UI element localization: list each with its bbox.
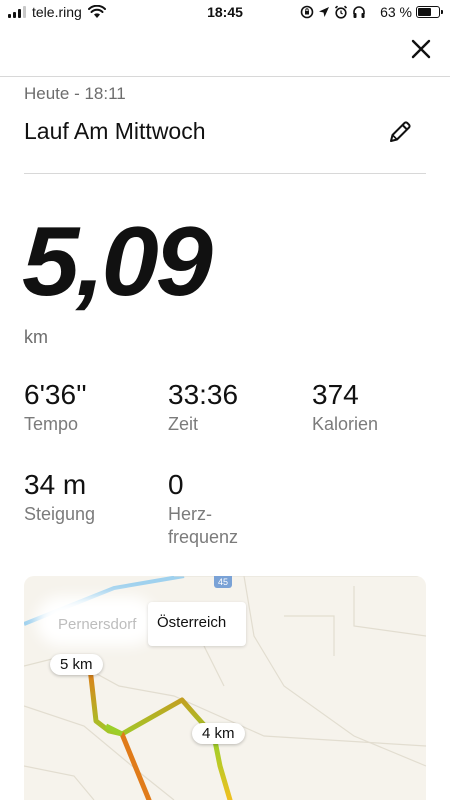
close-icon [411, 39, 431, 59]
stat-elevation: 34 m Steigung [24, 469, 96, 526]
activity-date: Heute - 18:11 [24, 84, 126, 103]
km-marker-5[interactable]: 5 km [50, 654, 103, 675]
close-button[interactable] [408, 36, 434, 62]
stat-pace-value: 6'36'' [24, 379, 87, 410]
distance-unit: km [24, 327, 48, 347]
stat-time-label: Zeit [168, 413, 199, 434]
stat-elevation-label: Steigung [24, 503, 96, 524]
stat-calories: 374 Kalorien [312, 379, 379, 436]
alarm-icon [335, 5, 348, 19]
stat-time-value: 33:36 [168, 379, 239, 410]
orientation-lock-icon [300, 5, 314, 19]
road-badge: 45 [214, 576, 232, 588]
location-icon [319, 7, 330, 17]
km-marker-4[interactable]: 4 km [192, 723, 245, 744]
stat-heart-rate-value: 0 [168, 469, 184, 500]
battery-percent: 63 % [380, 4, 412, 20]
stat-elevation-value: 34 m [24, 469, 87, 500]
stat-pace-label: Tempo [24, 413, 79, 434]
country-label: Österreich [148, 602, 246, 646]
status-bar: tele.ring 18:45 63 % [0, 0, 450, 26]
route-map[interactable]: 45 Pernersdorf Österreich 5 km 4 km [24, 576, 426, 800]
place-label: Pernersdorf [58, 616, 137, 633]
edit-title-button[interactable] [386, 118, 414, 146]
distance-value: 5,09 [22, 206, 213, 316]
stat-time: 33:36 Zeit [168, 379, 239, 436]
headphones-icon [353, 6, 365, 18]
header-divider [0, 76, 450, 77]
stat-calories-value: 374 [312, 379, 359, 410]
title-divider [24, 173, 426, 174]
stat-pace: 6'36'' Tempo [24, 379, 87, 436]
status-right: 63 % [300, 4, 443, 20]
battery-icon [416, 6, 443, 18]
pencil-icon [390, 121, 411, 142]
activity-title: Lauf Am Mittwoch [24, 118, 206, 144]
stat-heart-rate: 0 Herz- frequenz [168, 469, 239, 550]
stat-heart-rate-label: Herz- frequenz [168, 503, 239, 548]
stat-calories-label: Kalorien [312, 413, 379, 434]
